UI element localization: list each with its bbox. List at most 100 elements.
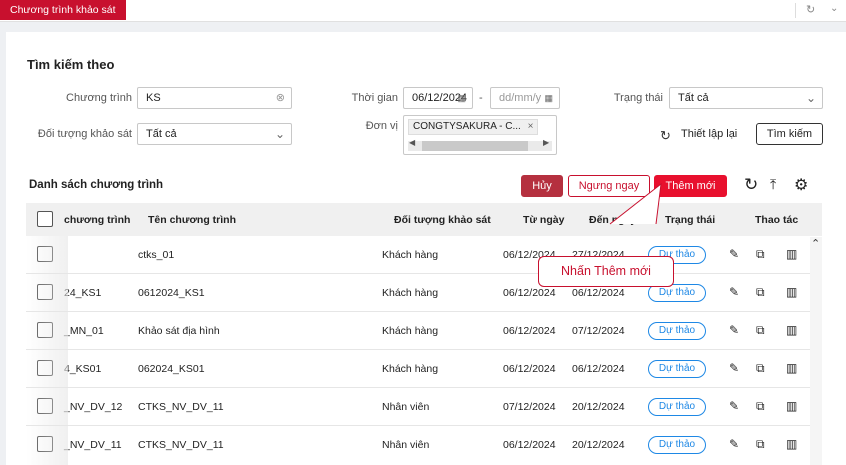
unit-multiselect[interactable]: CONGTYSAKURA - C... × ◀ ▶ (403, 115, 557, 155)
table-row[interactable]: _MN_01 Khảo sát địa hình Khách hàng 06/1… (26, 312, 822, 350)
reset-button[interactable]: Thiết lập lại (681, 128, 737, 140)
cell-name: 062024_KS01 (138, 363, 205, 375)
cancel-button[interactable]: Hủy (521, 175, 563, 197)
cell-target: Khách hàng (382, 363, 439, 375)
status-badge: Dự thảo (648, 322, 706, 340)
tooltip-add-new: Nhấn Thêm mới (538, 256, 674, 287)
clear-icon[interactable]: ⊗ (276, 88, 285, 108)
select-all-checkbox[interactable] (37, 211, 53, 227)
cell-to: 06/12/2024 (572, 363, 625, 375)
close-icon[interactable]: × (528, 121, 534, 132)
cell-from: 06/12/2024 (503, 363, 556, 375)
export-icon[interactable]: ⤒ (770, 176, 776, 193)
divider (795, 3, 796, 18)
refresh-icon[interactable]: ↻ (744, 175, 758, 195)
table-row[interactable]: _NV_DV_11 CTKS_NV_DV_11 Nhân viên 06/12/… (26, 426, 822, 464)
edit-icon[interactable]: ✎ (729, 361, 739, 375)
scroll-left-icon[interactable]: ◀ (409, 138, 415, 147)
target-label: Đối tượng khảo sát (37, 128, 132, 140)
chart-icon[interactable]: ▥ (786, 437, 797, 451)
stop-button[interactable]: Ngưng ngay (568, 175, 650, 197)
status-badge: Dự thảo (648, 398, 706, 416)
program-input[interactable]: KS ⊗ (137, 87, 292, 109)
table-row[interactable]: _NV_DV_12 CTKS_NV_DV_11 Nhân viên 07/12/… (26, 388, 822, 426)
status-value: Tất cả (678, 92, 709, 104)
scrollbar-thumb[interactable] (422, 141, 528, 151)
header-to: Đến ngày (589, 214, 637, 226)
date-from-input[interactable]: 06/12/2024 ▦ (403, 87, 473, 109)
cell-name: ctks_01 (138, 249, 175, 261)
cell-from: 06/12/2024 (503, 325, 556, 337)
chart-icon[interactable]: ▥ (786, 399, 797, 413)
cell-target: Khách hàng (382, 325, 439, 337)
add-new-button[interactable]: Thêm mới (654, 175, 727, 197)
date-to-input[interactable]: dd/mm/y ▦ (490, 87, 560, 109)
cell-target: Nhân viên (382, 439, 430, 451)
calendar-icon[interactable]: ▦ (544, 88, 553, 108)
top-tab-bar: Chương trình khảo sát ↻ ⌄ (0, 0, 846, 22)
edit-icon[interactable]: ✎ (729, 323, 739, 337)
program-label: Chương trình (66, 92, 132, 104)
chart-icon[interactable]: ▥ (786, 323, 797, 337)
target-value: Tất cả (146, 128, 177, 140)
reset-icon[interactable]: ↻ (660, 128, 671, 144)
refresh-icon[interactable]: ↻ (806, 3, 815, 16)
scrollbar[interactable]: ◀ ▶ (408, 138, 552, 151)
table-scrollbar[interactable]: ⌃ (810, 237, 822, 465)
copy-icon[interactable]: ⧉ (756, 285, 765, 300)
table-row[interactable]: 24_KS1 0612024_KS1 Khách hàng 06/12/2024… (26, 274, 822, 312)
header-target: Đối tượng khảo sát (394, 214, 491, 226)
cell-from: 06/12/2024 (503, 439, 556, 451)
search-button[interactable]: Tìm kiếm (756, 123, 823, 145)
unit-tag: CONGTYSAKURA - C... × (408, 119, 539, 135)
header-code: chương trình (64, 214, 131, 226)
header-from: Từ ngày (523, 214, 565, 226)
table-row[interactable]: ctks_01 Khách hàng 06/12/2024 27/12/2024… (26, 236, 822, 274)
table-row[interactable]: 4_KS01 062024_KS01 Khách hàng 06/12/2024… (26, 350, 822, 388)
frozen-column-shadow (26, 236, 68, 465)
list-title: Danh sách chương trình (29, 179, 164, 191)
cell-code: 4_KS01 (64, 363, 102, 375)
chevron-down-icon[interactable]: ⌄ (830, 3, 838, 14)
copy-icon[interactable]: ⧉ (756, 437, 765, 452)
copy-icon[interactable]: ⧉ (756, 361, 765, 376)
edit-icon[interactable]: ✎ (729, 247, 739, 261)
program-value: KS (146, 92, 161, 104)
edit-icon[interactable]: ✎ (729, 437, 739, 451)
cell-code: 24_KS1 (64, 287, 102, 299)
status-badge: Dự thảo (648, 360, 706, 378)
cell-target: Nhân viên (382, 401, 430, 413)
chart-icon[interactable]: ▥ (786, 361, 797, 375)
cell-target: Khách hàng (382, 249, 439, 261)
unit-tag-label: CONGTYSAKURA - C... (413, 121, 521, 132)
target-select[interactable]: Tất cả ⌄ (137, 123, 292, 145)
status-label: Trạng thái (613, 92, 663, 104)
chart-icon[interactable]: ▥ (786, 247, 797, 261)
status-select[interactable]: Tất cả ⌄ (669, 87, 823, 109)
cell-name: CTKS_NV_DV_11 (138, 401, 224, 413)
cell-to: 06/12/2024 (572, 287, 625, 299)
main-card: Tìm kiếm theo Chương trình KS ⊗ Thời gia… (6, 32, 846, 465)
tab-survey-program[interactable]: Chương trình khảo sát (0, 0, 126, 20)
edit-icon[interactable]: ✎ (729, 285, 739, 299)
chart-icon[interactable]: ▥ (786, 285, 797, 299)
copy-icon[interactable]: ⧉ (756, 247, 765, 262)
cell-to: 07/12/2024 (572, 325, 625, 337)
time-label: Thời gian (351, 92, 398, 104)
calendar-icon[interactable]: ▦ (457, 88, 466, 108)
cell-target: Khách hàng (382, 287, 439, 299)
cell-code: _NV_DV_12 (64, 401, 123, 413)
cell-from: 06/12/2024 (503, 287, 556, 299)
unit-label: Đơn vị (365, 120, 398, 132)
search-title: Tìm kiếm theo (27, 57, 115, 72)
cell-to: 20/12/2024 (572, 439, 625, 451)
copy-icon[interactable]: ⧉ (756, 399, 765, 414)
settings-icon[interactable]: ⚙ (794, 175, 808, 195)
date-separator: - (479, 92, 483, 104)
scroll-right-icon[interactable]: ▶ (543, 138, 549, 147)
edit-icon[interactable]: ✎ (729, 399, 739, 413)
table-header: chương trình Tên chương trình Đối tượng … (26, 203, 822, 236)
copy-icon[interactable]: ⧉ (756, 323, 765, 338)
date-to-placeholder: dd/mm/y (499, 92, 542, 104)
scroll-up-icon[interactable]: ⌃ (811, 237, 820, 250)
